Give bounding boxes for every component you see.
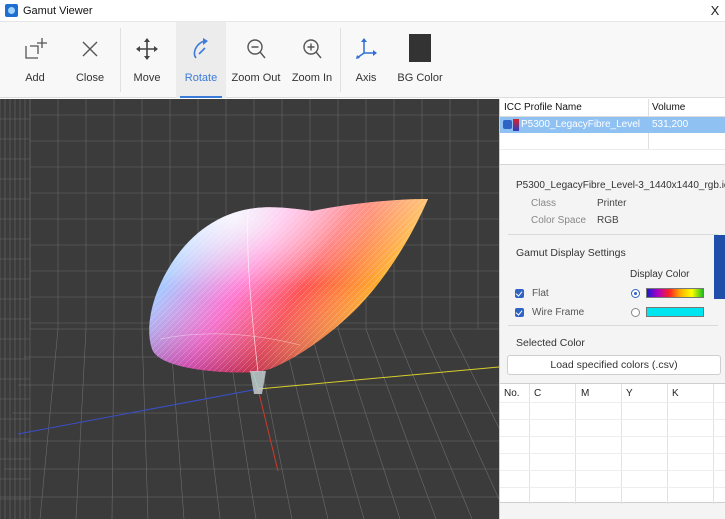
move-icon xyxy=(136,38,158,60)
close-label: Close xyxy=(75,72,105,84)
col-m[interactable]: M xyxy=(581,388,589,399)
display-color-label: Display Color xyxy=(630,269,690,280)
zoom-out-icon xyxy=(247,39,266,59)
col-volume[interactable]: Volume xyxy=(652,102,685,113)
col-no[interactable]: No. xyxy=(504,388,520,399)
bg-color-label: BG Color xyxy=(397,72,443,84)
zoom-in-icon xyxy=(303,39,322,59)
profile-name: P5300_LegacyFibre_Level-3_1440... xyxy=(521,119,640,130)
flat-color-swatch[interactable] xyxy=(646,288,704,298)
divider xyxy=(508,234,718,235)
selected-color-table: No. C M Y K xyxy=(500,383,725,504)
load-colors-button[interactable]: Load specified colors (.csv) xyxy=(507,355,721,375)
flat-checkbox[interactable] xyxy=(515,289,524,298)
class-label: Class xyxy=(531,198,557,209)
profile-table-header: ICC Profile Name Volume xyxy=(500,99,725,117)
title-bar: Gamut Viewer X xyxy=(0,0,725,22)
wire-frame-checkbox[interactable] xyxy=(515,308,524,317)
table-gridline xyxy=(500,149,725,150)
app-icon xyxy=(5,4,18,17)
col-k[interactable]: K xyxy=(672,388,679,399)
rotate-label: Rotate xyxy=(184,72,218,84)
toolbar-separator xyxy=(120,28,121,92)
flat-label: Flat xyxy=(532,288,549,299)
side-tab[interactable] xyxy=(714,235,725,299)
toolbar-separator xyxy=(340,28,341,92)
profile-volume: 531,200 xyxy=(652,119,689,130)
color-space-value: RGB xyxy=(597,215,619,226)
profile-visible-checkbox[interactable] xyxy=(503,120,512,129)
axis-button[interactable]: Axis xyxy=(342,22,390,98)
axis-label: Axis xyxy=(355,72,377,84)
gamut-3d-scene xyxy=(0,99,499,519)
right-panel: ICC Profile Name Volume P5300_LegacyFibr… xyxy=(499,99,725,519)
add-button[interactable]: Add xyxy=(10,22,60,98)
zoom-out-label: Zoom Out xyxy=(231,72,281,84)
rotate-button[interactable]: Rotate xyxy=(176,22,226,98)
wire-frame-label: Wire Frame xyxy=(532,307,585,318)
table-gridline xyxy=(500,470,725,471)
profile-row[interactable]: P5300_LegacyFibre_Level-3_1440... 531,20… xyxy=(500,117,725,133)
gamut-3d-viewport[interactable] xyxy=(0,99,499,519)
gamut-settings-title: Gamut Display Settings xyxy=(516,247,626,259)
table-gridline xyxy=(500,453,725,454)
wire-frame-color-swatch[interactable] xyxy=(646,307,704,317)
table-gridline xyxy=(500,419,725,420)
bg-color-swatch xyxy=(409,34,431,62)
class-value: Printer xyxy=(597,198,627,209)
col-profile-name[interactable]: ICC Profile Name xyxy=(504,102,582,113)
profile-color-swatch xyxy=(513,119,519,131)
table-gridline xyxy=(500,436,725,437)
close-icon xyxy=(82,41,98,57)
move-label: Move xyxy=(133,72,161,84)
rotate-icon xyxy=(193,38,208,59)
table-gridline xyxy=(500,402,725,403)
bg-color-button[interactable]: BG Color xyxy=(394,22,446,98)
table-gridline xyxy=(500,487,725,488)
color-space-label: Color Space xyxy=(531,215,587,226)
zoom-in-button[interactable]: Zoom In xyxy=(286,22,338,98)
profile-file-name: P5300_LegacyFibre_Level-3_1440x1440_rgb.… xyxy=(516,180,725,191)
close-button[interactable]: Close xyxy=(65,22,115,98)
col-y[interactable]: Y xyxy=(626,388,633,399)
flat-color-radio[interactable] xyxy=(631,289,640,298)
add-icon xyxy=(25,38,47,59)
window-close-button[interactable]: X xyxy=(707,2,723,20)
move-button[interactable]: Move xyxy=(122,22,172,98)
add-label: Add xyxy=(25,72,45,84)
profile-table: ICC Profile Name Volume P5300_LegacyFibr… xyxy=(500,99,725,165)
wire-frame-color-radio[interactable] xyxy=(631,308,640,317)
toolbar: Add Close Move Rotate Zoom Out Zoom In A… xyxy=(0,22,725,98)
col-c[interactable]: C xyxy=(534,388,541,399)
window-title: Gamut Viewer xyxy=(23,5,93,17)
zoom-out-button[interactable]: Zoom Out xyxy=(230,22,282,98)
zoom-in-label: Zoom In xyxy=(291,72,333,84)
axis-icon xyxy=(356,38,377,59)
divider xyxy=(508,325,718,326)
selected-color-title: Selected Color xyxy=(516,337,585,349)
